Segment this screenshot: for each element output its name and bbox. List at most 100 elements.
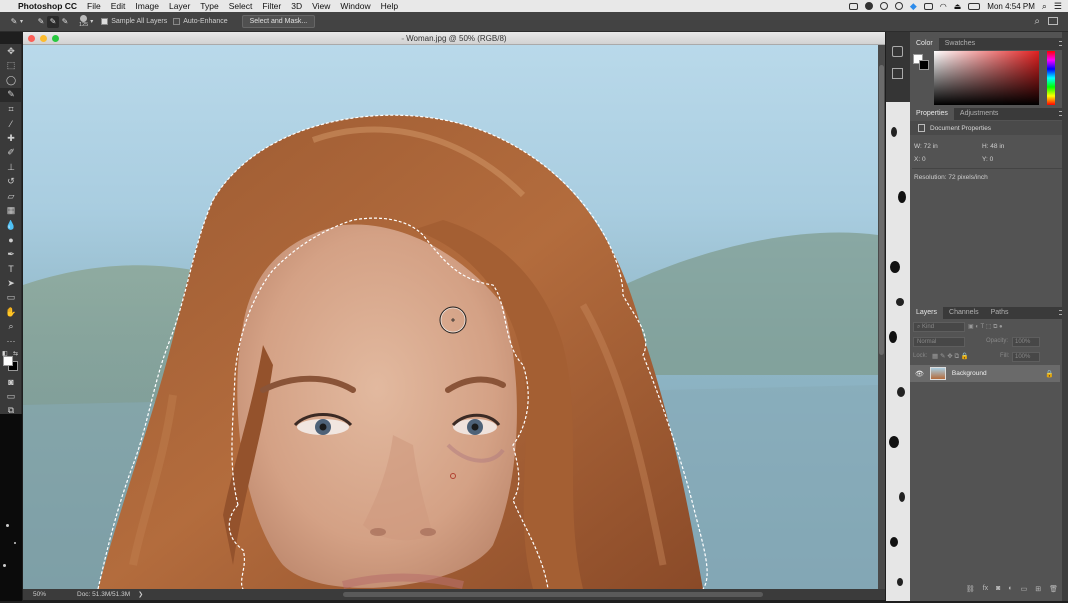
horizontal-scroll-thumb[interactable] xyxy=(343,592,763,597)
more-tools-icon[interactable]: ··· xyxy=(0,334,22,349)
swap-colors-icon[interactable]: ⇆ xyxy=(13,350,18,357)
tab-adjustments[interactable]: Adjustments xyxy=(954,108,1005,120)
color-field[interactable] xyxy=(934,51,1039,105)
eraser-tool-icon[interactable]: ▱ xyxy=(0,189,22,204)
add-to-selection-icon[interactable]: ✎ xyxy=(47,15,60,28)
select-and-mask-button[interactable]: Select and Mask... xyxy=(241,15,316,28)
subtract-from-selection-icon[interactable]: ✎ xyxy=(59,16,71,28)
quick-selection-tool-preset-icon[interactable]: ✎ xyxy=(8,16,20,28)
new-group-icon[interactable]: ▭ xyxy=(1021,585,1028,595)
spotlight-search-icon[interactable]: ⌕ xyxy=(1042,1,1047,12)
menu-layer[interactable]: Layer xyxy=(169,1,190,11)
pen-tool-icon[interactable]: ✒ xyxy=(0,247,22,262)
minimize-window-button[interactable] xyxy=(40,35,47,42)
layer-filter-icons[interactable]: ▣ ◐ T ⬚ ⧉ ● xyxy=(968,323,1003,331)
tab-color[interactable]: Color xyxy=(910,38,939,50)
rectangular-marquee-tool-icon[interactable]: ⬚ xyxy=(0,59,22,74)
eyedropper-tool-icon[interactable]: ⁄ xyxy=(0,117,22,132)
globe-icon[interactable] xyxy=(894,2,903,10)
adjustment-layer-icon[interactable]: ◐ xyxy=(1008,585,1012,595)
vertical-scrollbar[interactable] xyxy=(878,45,885,589)
menu-window[interactable]: Window xyxy=(340,1,370,11)
document-title-bar[interactable]: ▫ Woman.jpg @ 50% (RGB/8) xyxy=(23,32,885,45)
dropbox-icon[interactable]: ◆ xyxy=(910,1,917,12)
x-field[interactable]: X: 0 xyxy=(914,156,926,163)
layer-style-icon[interactable]: fx xyxy=(983,585,988,595)
history-brush-tool-icon[interactable]: ↺ xyxy=(0,175,22,190)
blur-tool-icon[interactable]: 💧 xyxy=(0,218,22,233)
delete-layer-icon[interactable]: 🗑 xyxy=(1049,585,1058,595)
canvas[interactable] xyxy=(23,45,878,589)
color-swatches[interactable]: ◧ ⇆ xyxy=(0,349,22,375)
clock[interactable]: Mon 4:54 PM xyxy=(987,2,1035,11)
search-icon[interactable]: ⌕ xyxy=(1034,16,1040,27)
quick-mask-icon[interactable]: ◙ xyxy=(0,375,22,390)
quick-selection-tool-icon[interactable]: ✎ xyxy=(0,87,22,102)
zoom-tool-icon[interactable]: ⌕ xyxy=(0,320,22,335)
zoom-window-button[interactable] xyxy=(52,35,59,42)
tab-properties[interactable]: Properties xyxy=(910,108,954,120)
menu-select[interactable]: Select xyxy=(229,1,253,11)
healing-brush-tool-icon[interactable]: ✚ xyxy=(0,131,22,146)
airplay-icon[interactable] xyxy=(923,2,933,10)
menu-help[interactable]: Help xyxy=(381,1,398,11)
clone-stamp-tool-icon[interactable]: ⊥ xyxy=(0,160,22,175)
blend-mode-dropdown[interactable]: Normal xyxy=(913,337,965,347)
wifi-icon[interactable]: ◠ xyxy=(940,2,947,11)
sync-icon[interactable] xyxy=(879,2,888,10)
menu-edit[interactable]: Edit xyxy=(111,1,126,11)
auto-enhance-checkbox[interactable]: Auto-Enhance xyxy=(173,18,228,25)
hand-tool-icon[interactable]: ✋ xyxy=(0,305,22,320)
new-selection-icon[interactable]: ✎ xyxy=(35,16,47,28)
panel-scrollbar[interactable] xyxy=(1062,32,1068,601)
menu-filter[interactable]: Filter xyxy=(262,1,281,11)
layer-filter-dropdown[interactable]: ⌕ Kind xyxy=(913,322,965,332)
close-window-button[interactable] xyxy=(28,35,35,42)
y-field[interactable]: Y: 0 xyxy=(982,156,993,163)
tab-swatches[interactable]: Swatches xyxy=(939,38,981,50)
brush-picker[interactable]: 125 xyxy=(79,14,88,29)
menu-image[interactable]: Image xyxy=(135,1,159,11)
type-tool-icon[interactable]: T xyxy=(0,262,22,277)
menu-type[interactable]: Type xyxy=(200,1,218,11)
properties-panel-icon[interactable] xyxy=(892,68,903,79)
brush-tool-icon[interactable]: ✐ xyxy=(0,146,22,161)
preset-dropdown-icon[interactable]: ▾ xyxy=(20,18,23,25)
battery-icon[interactable] xyxy=(968,2,981,10)
zoom-level[interactable]: 50% xyxy=(33,591,77,598)
workspace-switcher-icon[interactable] xyxy=(1048,17,1058,25)
panel-background-swatch[interactable] xyxy=(919,60,929,70)
layer-row-background[interactable]: 👁 Background 🔒 xyxy=(910,365,1060,382)
app-menu[interactable]: Photoshop CC xyxy=(18,1,77,11)
lasso-tool-icon[interactable]: ◯ xyxy=(0,73,22,88)
sample-all-layers-checkbox[interactable]: Sample All Layers xyxy=(101,18,167,25)
menu-3d[interactable]: 3D xyxy=(291,1,302,11)
add-mask-icon[interactable]: ◙ xyxy=(996,585,1000,595)
notification-center-icon[interactable]: ☰ xyxy=(1054,1,1062,12)
vertical-scroll-thumb[interactable] xyxy=(879,65,884,355)
hue-slider[interactable] xyxy=(1047,51,1055,105)
dodge-tool-icon[interactable]: ● xyxy=(0,233,22,248)
fill-field[interactable]: 100% xyxy=(1012,352,1040,362)
menu-view[interactable]: View xyxy=(312,1,330,11)
screen-mode-icon[interactable]: ▭ xyxy=(0,389,22,404)
crop-tool-icon[interactable]: ⌗ xyxy=(0,102,22,117)
history-panel-icon[interactable] xyxy=(892,46,903,57)
tab-layers[interactable]: Layers xyxy=(910,307,944,319)
menu-file[interactable]: File xyxy=(87,1,101,11)
rectangle-tool-icon[interactable]: ▭ xyxy=(0,291,22,306)
record-icon[interactable] xyxy=(864,2,873,10)
tab-channels[interactable]: Channels xyxy=(943,307,985,319)
layer-visibility-eye-icon[interactable]: 👁 xyxy=(915,370,924,378)
opacity-field[interactable]: 100% xyxy=(1012,337,1040,347)
link-layers-icon[interactable]: ⛓ xyxy=(966,585,975,595)
path-selection-tool-icon[interactable]: ➤ xyxy=(0,276,22,291)
width-field[interactable]: W: 72 in xyxy=(914,143,938,150)
layer-name[interactable]: Background xyxy=(952,370,987,377)
document-size-info[interactable]: Doc: 51.3M/51.3M xyxy=(77,591,130,598)
brush-dropdown-icon[interactable]: ▾ xyxy=(90,18,93,25)
new-layer-icon[interactable]: ⊞ xyxy=(1035,585,1041,595)
height-field[interactable]: H: 48 in xyxy=(982,143,1004,150)
tab-paths[interactable]: Paths xyxy=(985,307,1015,319)
gradient-tool-icon[interactable]: ▦ xyxy=(0,204,22,219)
